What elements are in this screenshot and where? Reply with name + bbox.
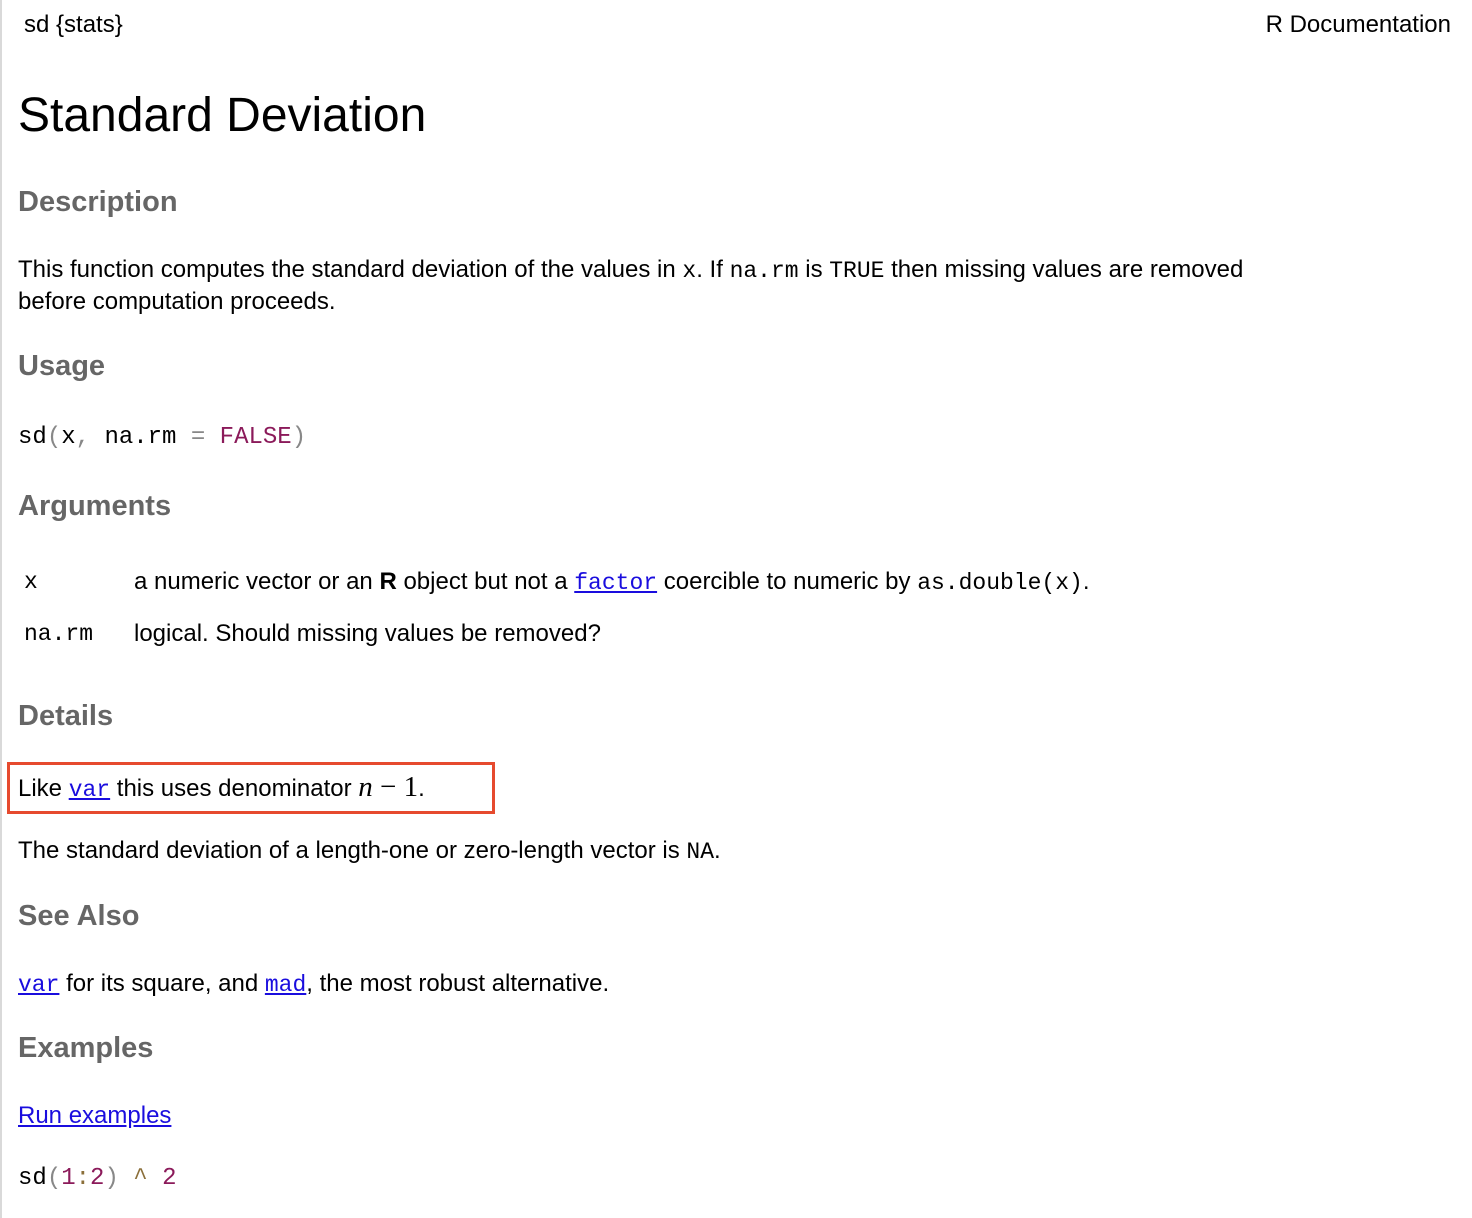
code-x: x (682, 258, 697, 284)
details-na-text: The standard deviation of a length-one o… (18, 837, 721, 865)
see-also-text: var for its square, and mad, the most ro… (18, 970, 610, 998)
argument-desc-x: a numeric vector or an R object but not … (134, 568, 1090, 596)
see-also-heading: See Also (18, 900, 140, 932)
argument-name-x: x (24, 569, 38, 595)
package-label: sd {stats} (24, 11, 123, 38)
var-link[interactable]: var (69, 777, 110, 803)
examples-heading: Examples (18, 1032, 154, 1064)
run-examples-link[interactable]: Run examples (18, 1100, 171, 1132)
arguments-heading: Arguments (18, 490, 172, 522)
details-heading: Details (18, 700, 114, 732)
details-denominator-text: Like var this uses denominator n − 1. (18, 771, 425, 803)
description-heading: Description (18, 186, 178, 218)
usage-code: sd(x, na.rm = FALSE) (18, 424, 307, 451)
doc-label: R Documentation (1265, 11, 1451, 38)
math-expression: n − 1 (358, 771, 419, 803)
factor-link[interactable]: factor (574, 570, 657, 596)
description-text: This function computes the standard devi… (18, 256, 1244, 284)
example-code: sd(1:2) ^ 2 (18, 1165, 177, 1192)
argument-name-na-rm: na.rm (24, 621, 94, 647)
see-also-mad-link[interactable]: mad (265, 972, 306, 998)
code-true: TRUE (829, 258, 885, 284)
usage-heading: Usage (18, 350, 106, 382)
argument-desc-na-rm: logical. Should missing values be remove… (134, 620, 601, 647)
code-as-double: as.double(x) (917, 570, 1083, 596)
page-title: Standard Deviation (18, 89, 427, 142)
code-na: NA (686, 839, 714, 865)
see-also-var-link[interactable]: var (18, 972, 59, 998)
code-na-rm: na.rm (729, 258, 799, 284)
description-text-line2: before computation proceeds. (18, 288, 336, 315)
left-border (0, 0, 2, 1218)
